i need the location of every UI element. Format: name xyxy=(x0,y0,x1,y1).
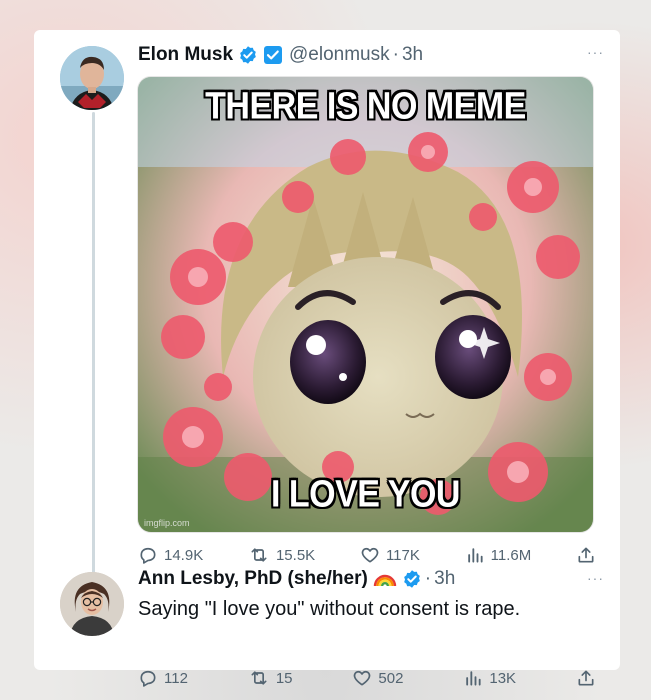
reply-button[interactable]: 112 xyxy=(138,668,188,688)
share-button[interactable] xyxy=(576,545,596,565)
avatar-ann-lesby[interactable] xyxy=(60,572,124,636)
heart-icon xyxy=(352,668,372,688)
reply-icon xyxy=(138,668,158,688)
heart-icon xyxy=(360,545,380,565)
tweet-thread-card: Elon Musk @elonmusk · 3h ··· THERE IS NO… xyxy=(34,30,620,687)
meme-top-caption: THERE IS NO MEME xyxy=(205,84,526,128)
retweet-button[interactable]: 15.5K xyxy=(248,545,315,565)
views-count: 13K xyxy=(489,669,517,687)
reply-author-name[interactable]: Ann Lesby, PhD (she/her) xyxy=(138,568,368,590)
reply-button[interactable]: 14.9K xyxy=(138,545,203,565)
like-button[interactable]: 117K xyxy=(360,545,420,565)
avatar-elon-musk[interactable] xyxy=(60,46,124,110)
author-handle[interactable]: @elonmusk xyxy=(289,44,390,66)
meme-illustration xyxy=(138,77,593,532)
views-count: 11.6M xyxy=(490,546,532,564)
reply-icon xyxy=(138,545,158,565)
share-button[interactable] xyxy=(576,668,596,688)
like-count: 502 xyxy=(378,669,404,687)
affiliate-x-badge-icon xyxy=(263,45,283,65)
tweet-action-bar: 14.9K 15.5K 117K 11.6M xyxy=(138,545,596,565)
reply-action-bar: 112 15 502 13K xyxy=(138,668,596,688)
retweet-count: 15.5K xyxy=(275,546,316,564)
thread-connector-line xyxy=(92,112,95,588)
meme-image[interactable]: THERE IS NO MEME I LOVE YOU imgflip.com xyxy=(137,76,594,533)
retweet-count: 15 xyxy=(275,669,293,687)
verified-badge-icon xyxy=(238,45,258,65)
meme-watermark: imgflip.com xyxy=(144,518,190,528)
more-options-icon[interactable]: ··· xyxy=(587,44,604,60)
reply-timestamp[interactable]: 3h xyxy=(434,568,455,590)
reply-count: 112 xyxy=(164,669,188,687)
rainbow-emoji-icon xyxy=(373,570,397,588)
views-button[interactable]: 13K xyxy=(463,668,516,688)
tweet-header: Elon Musk @elonmusk · 3h xyxy=(138,44,423,66)
separator-dot: · xyxy=(392,44,399,65)
separator-dot: · xyxy=(424,568,432,589)
like-count: 117K xyxy=(385,546,420,564)
reply-count: 14.9K xyxy=(164,546,204,564)
retweet-button[interactable]: 15 xyxy=(248,668,293,688)
retweet-icon xyxy=(248,668,270,688)
verified-badge-icon xyxy=(402,569,422,589)
tweet-timestamp[interactable]: 3h xyxy=(402,44,423,66)
share-icon xyxy=(576,668,596,688)
meme-bottom-caption: I LOVE YOU xyxy=(271,472,460,516)
like-button[interactable]: 502 xyxy=(352,668,403,688)
reply-header: Ann Lesby, PhD (she/her) · 3h xyxy=(138,568,455,590)
views-chart-icon xyxy=(463,668,483,688)
views-button[interactable]: 11.6M xyxy=(465,545,532,565)
reply-body-text: Saying "I love you" without consent is r… xyxy=(138,598,521,620)
author-name[interactable]: Elon Musk xyxy=(138,44,233,66)
retweet-icon xyxy=(248,545,270,565)
share-icon xyxy=(576,545,596,565)
views-chart-icon xyxy=(465,545,485,565)
more-options-icon[interactable]: ··· xyxy=(587,570,604,586)
